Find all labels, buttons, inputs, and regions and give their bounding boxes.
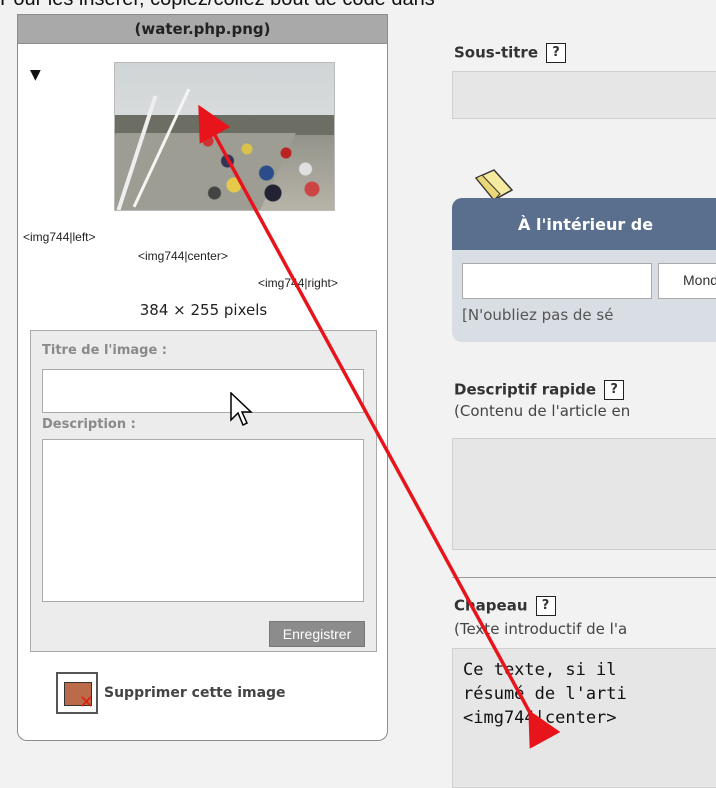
image-metadata-form: Titre de l'image : Description : Enregis…: [30, 330, 377, 652]
tag-right: <img744|right>: [258, 276, 338, 290]
quick-desc-hint: (Contenu de l'article en: [454, 402, 631, 420]
delete-image-action[interactable]: ✕ Supprimer cette image: [56, 672, 286, 714]
parent-search-input[interactable]: [462, 263, 652, 299]
chapeau-line: Ce texte, si il: [463, 660, 617, 680]
chapeau-content: Ce texte, si il résumé de l'arti <img744…: [463, 658, 627, 730]
subtitle-label: Sous-titre?: [454, 43, 566, 63]
title-label: Titre de l'image :: [42, 343, 167, 358]
thumb-runners: [195, 125, 325, 205]
delete-image-icon[interactable]: ✕: [56, 672, 98, 714]
chapeau-label-text: Chapeau: [454, 596, 528, 615]
red-x-icon: ✕: [78, 692, 94, 713]
help-icon[interactable]: ?: [604, 380, 625, 400]
quick-desc-textarea[interactable]: [452, 438, 716, 550]
subtitle-input[interactable]: [452, 71, 716, 119]
document-header: (water.php.png): [17, 14, 388, 44]
description-label: Description :: [42, 417, 136, 432]
subtitle-label-text: Sous-titre: [454, 43, 538, 62]
mouse-cursor-icon: [230, 392, 253, 427]
top-banner-text: Pour les insérer, copiez/collez bout de …: [0, 0, 716, 12]
interior-title: À l'intérieur de: [518, 214, 654, 234]
tag-left: <img744|left>: [23, 230, 96, 244]
chapeau-hint: (Texte introductif de l'a: [454, 620, 628, 638]
delete-image-link[interactable]: Supprimer cette image: [104, 685, 286, 701]
note-icon: [474, 169, 514, 201]
image-description-textarea[interactable]: [42, 439, 364, 602]
interior-section-header: À l'intérieur de: [452, 198, 716, 250]
section-divider: [452, 577, 716, 578]
image-document-panel: (water.php.png) ▼ <img744|left> <img744|…: [17, 14, 388, 741]
help-icon[interactable]: ?: [546, 43, 566, 63]
tag-center: <img744|center>: [138, 249, 228, 263]
save-button[interactable]: Enregistrer: [269, 621, 365, 647]
help-icon[interactable]: ?: [535, 596, 556, 616]
chapeau-line: résumé de l'arti: [463, 684, 627, 704]
quick-desc-label: Descriptif rapide?: [454, 380, 625, 400]
quick-desc-label-text: Descriptif rapide: [454, 380, 597, 399]
interior-note: [N'oubliez pas de sé: [462, 306, 614, 324]
image-title-input[interactable]: [42, 369, 364, 413]
chapeau-line: <img744|center>: [463, 708, 617, 728]
document-filename: (water.php.png): [134, 20, 271, 38]
parent-select[interactable]: Mond: [658, 263, 716, 299]
chapeau-label: Chapeau?: [454, 596, 556, 616]
collapse-triangle-icon[interactable]: ▼: [30, 67, 41, 83]
image-dimensions: 384 × 255 pixels: [139, 301, 268, 319]
image-thumbnail[interactable]: [114, 62, 335, 211]
